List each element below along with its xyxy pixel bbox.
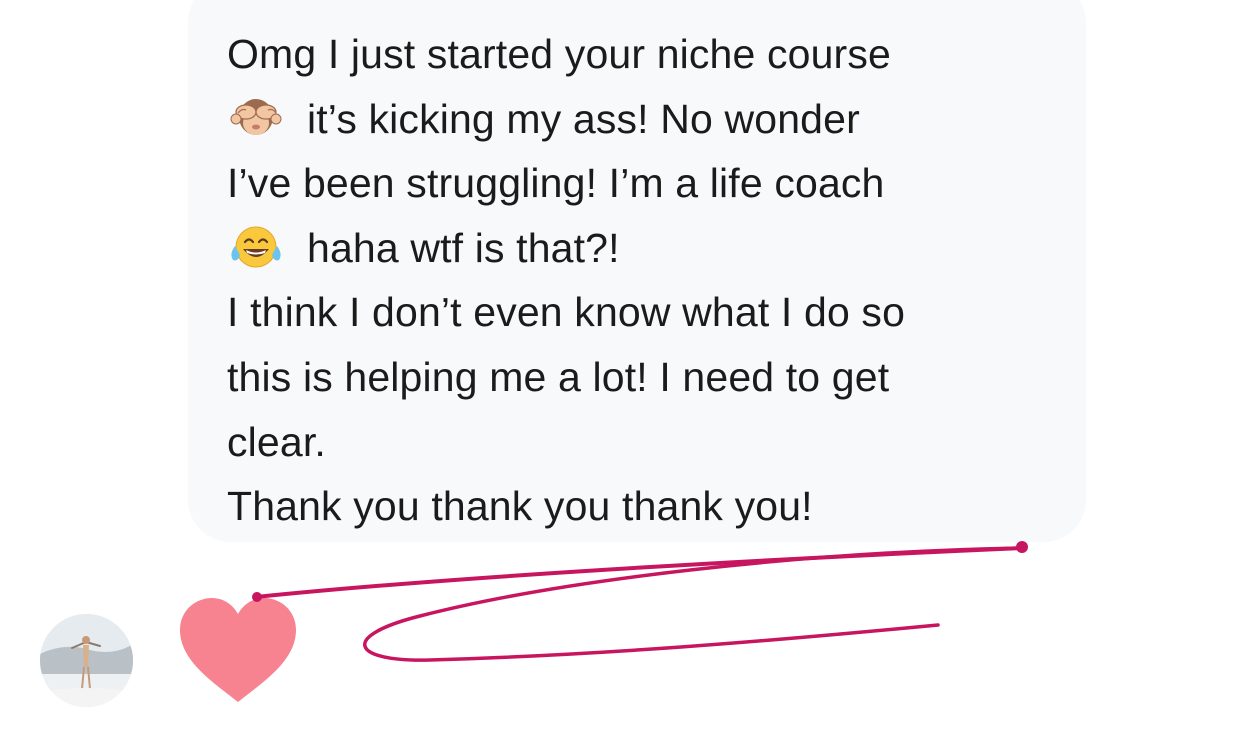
message-line-3: I’ve been struggling! I’m a life coach: [227, 160, 885, 207]
message-line-2: it’s kicking my ass! No wonder: [227, 87, 1067, 152]
tears-of-joy-icon: [227, 222, 285, 272]
dm-screenshot: Omg I just started your niche course it’…: [0, 0, 1238, 735]
heart-icon[interactable]: [176, 596, 300, 706]
see-no-evil-monkey-icon: [227, 93, 285, 143]
message-line-6: this is helping me a lot! I need to get: [227, 353, 890, 400]
message-line-8: Thank you thank you thank you!: [227, 483, 813, 530]
avatar[interactable]: [40, 614, 133, 707]
message-text: Omg I just started your niche course it’…: [227, 22, 1067, 539]
message-line-4-text: haha wtf is that?!: [307, 224, 620, 271]
message-line-2-text: it’s kicking my ass! No wonder: [307, 95, 860, 142]
message-line-5: I think I don’t even know what I do so: [227, 289, 906, 336]
message-line-1: Omg I just started your niche course: [227, 31, 891, 77]
message-line-4: haha wtf is that?!: [227, 216, 1067, 281]
message-line-7: clear.: [227, 418, 326, 465]
